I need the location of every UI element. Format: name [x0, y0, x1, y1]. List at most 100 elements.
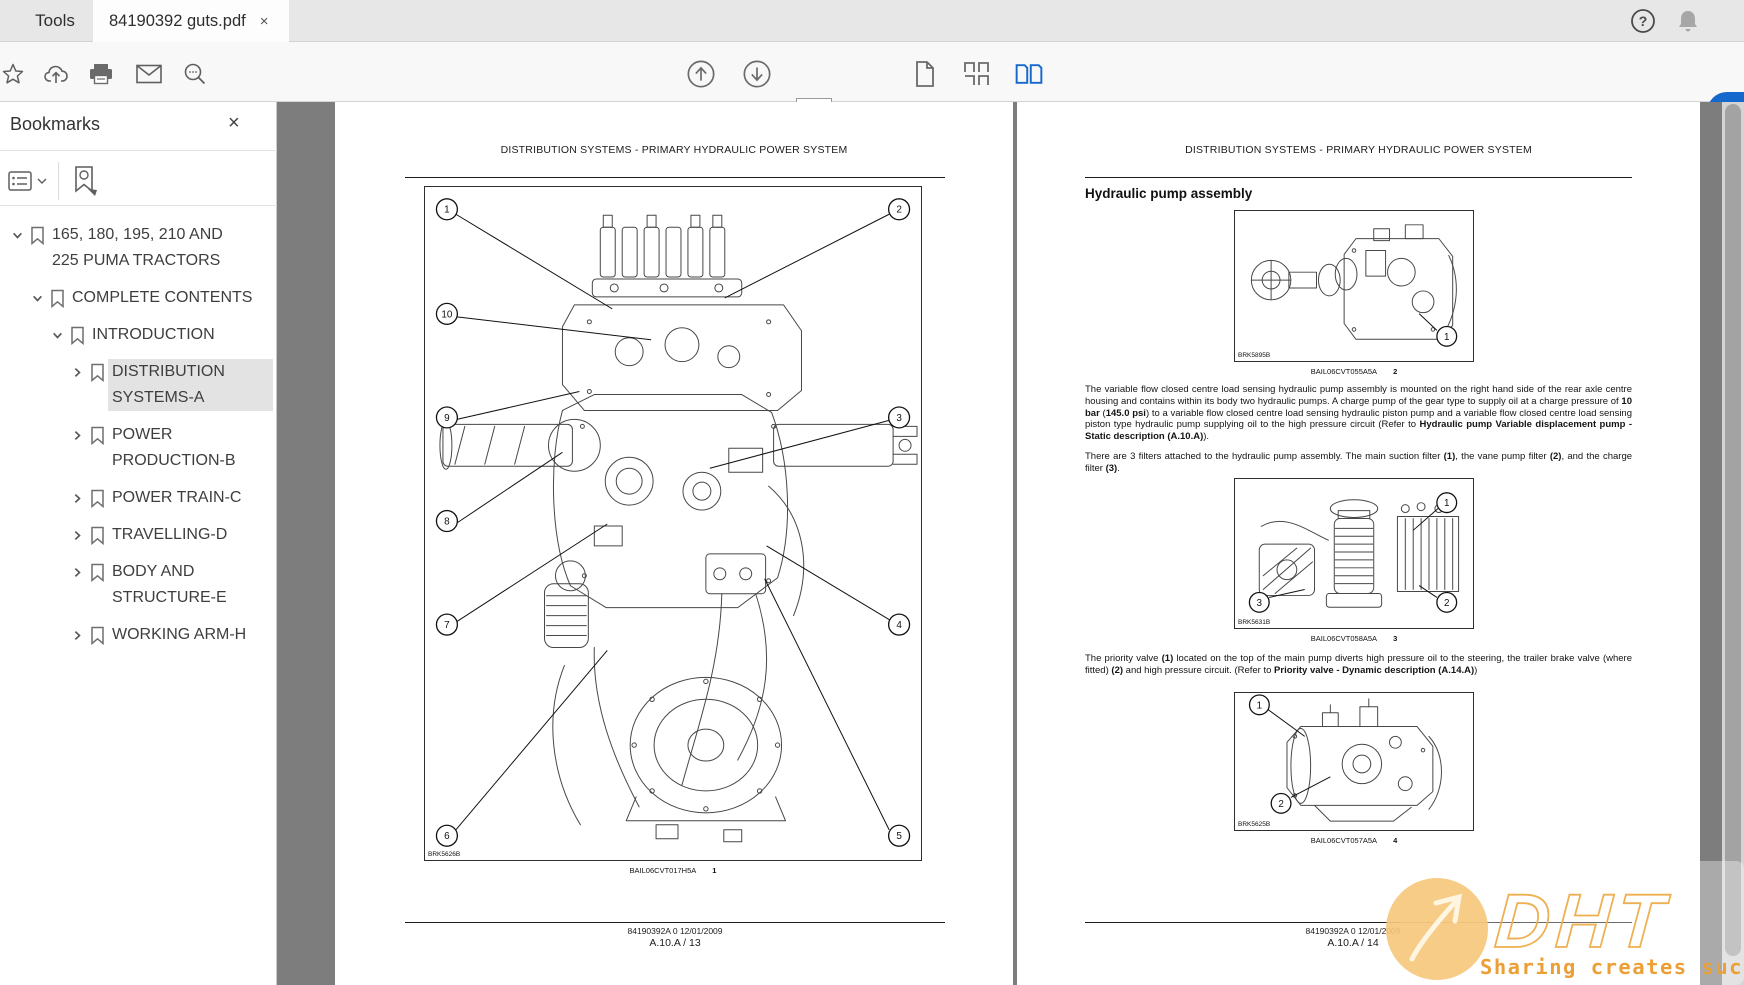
- figure-3: 1 3 2 BRK5631B: [1234, 478, 1474, 629]
- bookmark-item[interactable]: COMPLETE CONTENTS: [0, 285, 273, 311]
- bookmark-item[interactable]: WORKING ARM-H: [0, 622, 273, 648]
- help-icon[interactable]: ?: [1629, 7, 1657, 35]
- svg-text:8: 8: [444, 516, 450, 527]
- figure-code: BRK5625B: [1238, 821, 1270, 828]
- bookmark-ribbon-icon: [46, 285, 68, 311]
- header-rule: [1085, 177, 1632, 178]
- bookmark-item-label: INTRODUCTION: [88, 322, 273, 348]
- bookmark-item[interactable]: POWER PRODUCTION-B: [0, 422, 273, 474]
- bookmark-chevron-icon[interactable]: [68, 422, 86, 448]
- tab-bar: Tools 84190392 guts.pdf × ?: [0, 0, 1744, 42]
- bookmarks-panel: Bookmarks × 1: [0, 102, 277, 985]
- body-paragraph-2: There are 3 filters attached to the hydr…: [1085, 451, 1632, 475]
- cloud-upload-icon[interactable]: [42, 59, 72, 89]
- svg-text:1: 1: [1444, 498, 1449, 509]
- bookmark-item-label: WORKING ARM-H: [108, 622, 273, 648]
- svg-text:10: 10: [441, 309, 453, 320]
- bookmark-item-label: POWER PRODUCTION-B: [108, 422, 273, 474]
- favorite-star-icon[interactable]: [0, 59, 28, 89]
- bookmark-chevron-icon[interactable]: [8, 222, 26, 248]
- bookmark-chevron-icon[interactable]: [48, 322, 66, 348]
- bookmark-ribbon-icon: [66, 322, 88, 348]
- figure-code: BRK5631B: [1238, 619, 1270, 626]
- toolbar: / 2120: [0, 42, 1744, 102]
- bookmark-chevron-icon[interactable]: [68, 559, 86, 585]
- bookmark-ribbon-icon: [86, 359, 108, 385]
- bookmark-chevron-icon[interactable]: [28, 285, 46, 311]
- svg-text:1: 1: [1257, 700, 1262, 711]
- figure-4: 1 2 BRK5625B: [1234, 692, 1474, 831]
- bookmark-ribbon-icon: [86, 485, 108, 511]
- svg-text:4: 4: [896, 620, 902, 631]
- next-page-icon[interactable]: [742, 59, 772, 89]
- svg-text:1: 1: [1444, 332, 1449, 343]
- bookmarks-panel-title: Bookmarks: [10, 114, 100, 135]
- tab-document[interactable]: 84190392 guts.pdf ×: [93, 0, 289, 42]
- vertical-scrollbar[interactable]: [1722, 102, 1744, 985]
- body-paragraph-3: The priority valve (1) located on the to…: [1085, 653, 1632, 677]
- header-rule: [405, 177, 945, 178]
- bookmark-item-label: 165, 180, 195, 210 AND 225 PUMA TRACTORS: [48, 222, 230, 274]
- bookmarks-options-icon[interactable]: [8, 166, 52, 196]
- search-icon[interactable]: [180, 59, 210, 89]
- bookmarks-close-icon[interactable]: ×: [228, 112, 240, 135]
- previous-page-icon[interactable]: [686, 59, 716, 89]
- svg-text:1: 1: [444, 205, 450, 216]
- svg-text:2: 2: [1278, 799, 1283, 810]
- bookmark-item[interactable]: BODY AND STRUCTURE-E: [0, 559, 273, 611]
- page-footer: 84190392A 0 12/01/2009 A.10.A / 13: [475, 926, 875, 949]
- bookmark-chevron-icon[interactable]: [68, 485, 86, 511]
- bookmark-chevron-icon[interactable]: [68, 359, 86, 385]
- bookmark-ribbon-icon: [86, 559, 108, 585]
- figure-caption: BAIL06CVT017H5A1: [424, 866, 922, 875]
- svg-text:6: 6: [444, 831, 450, 842]
- pdf-page-left: DISTRIBUTION SYSTEMS - PRIMARY HYDRAULIC…: [335, 102, 1013, 985]
- single-page-view-icon[interactable]: [910, 59, 940, 89]
- footer-rule: [1085, 922, 1632, 923]
- panel-divider: [0, 205, 277, 206]
- bookmark-item-label: DISTRIBUTION SYSTEMS-A: [108, 359, 273, 411]
- email-icon[interactable]: [134, 59, 164, 89]
- panel-divider: [0, 150, 277, 151]
- bookmark-item[interactable]: INTRODUCTION: [0, 322, 273, 348]
- figure-code: BRK5626B: [428, 851, 460, 858]
- scrolling-page-view-icon[interactable]: [962, 59, 992, 89]
- bookmark-item[interactable]: POWER TRAIN-C: [0, 485, 273, 511]
- svg-text:?: ?: [1639, 13, 1648, 29]
- notification-bell-icon[interactable]: [1674, 7, 1702, 35]
- bookmark-item[interactable]: TRAVELLING-D: [0, 522, 273, 548]
- tab-tools-label: Tools: [35, 11, 75, 31]
- page-footer: 84190392A 0 12/01/2009 A.10.A / 14: [1153, 926, 1553, 949]
- scrollbar-thumb[interactable]: [1725, 104, 1741, 956]
- bookmark-item-label: COMPLETE CONTENTS: [68, 285, 273, 311]
- svg-text:9: 9: [444, 413, 450, 424]
- tab-document-label: 84190392 guts.pdf: [109, 12, 246, 31]
- print-icon[interactable]: [86, 59, 116, 89]
- figure-caption: BAIL06CVT057A5A4: [1234, 836, 1474, 845]
- figure-2: 1 BRK5895B: [1234, 210, 1474, 362]
- svg-text:3: 3: [896, 413, 902, 424]
- svg-text:2: 2: [1444, 598, 1449, 609]
- page-header: DISTRIBUTION SYSTEMS - PRIMARY HYDRAULIC…: [1017, 144, 1700, 156]
- bookmark-item[interactable]: 165, 180, 195, 210 AND 225 PUMA TRACTORS: [0, 222, 273, 274]
- bookmark-item-label: TRAVELLING-D: [108, 522, 273, 548]
- page-header: DISTRIBUTION SYSTEMS - PRIMARY HYDRAULIC…: [335, 144, 1013, 156]
- bookmark-chevron-icon[interactable]: [68, 622, 86, 648]
- bookmark-ribbon-icon: [86, 522, 108, 548]
- tab-close-icon[interactable]: ×: [260, 13, 269, 30]
- svg-text:3: 3: [1257, 598, 1263, 609]
- bookmark-ribbon-icon: [26, 222, 48, 248]
- bookmark-item[interactable]: DISTRIBUTION SYSTEMS-A: [0, 359, 273, 411]
- find-current-bookmark-icon[interactable]: [68, 162, 102, 200]
- two-page-view-icon[interactable]: [1014, 59, 1044, 89]
- bookmark-item-label: BODY AND STRUCTURE-E: [108, 559, 273, 611]
- bookmarks-options-row: [0, 158, 277, 204]
- bookmark-list: 165, 180, 195, 210 AND 225 PUMA TRACTORS…: [0, 214, 277, 659]
- figure-caption: BAIL06CVT058A5A3: [1234, 634, 1474, 643]
- tab-tools[interactable]: Tools: [20, 0, 90, 42]
- bookmark-ribbon-icon: [86, 622, 108, 648]
- caret-down-icon: [37, 177, 47, 185]
- figure-1: 1 2 10 9 3 8 7 4 6 5 BRK5626B: [424, 186, 922, 861]
- figure-caption: BAIL06CVT055A5A2: [1234, 367, 1474, 376]
- bookmark-chevron-icon[interactable]: [68, 522, 86, 548]
